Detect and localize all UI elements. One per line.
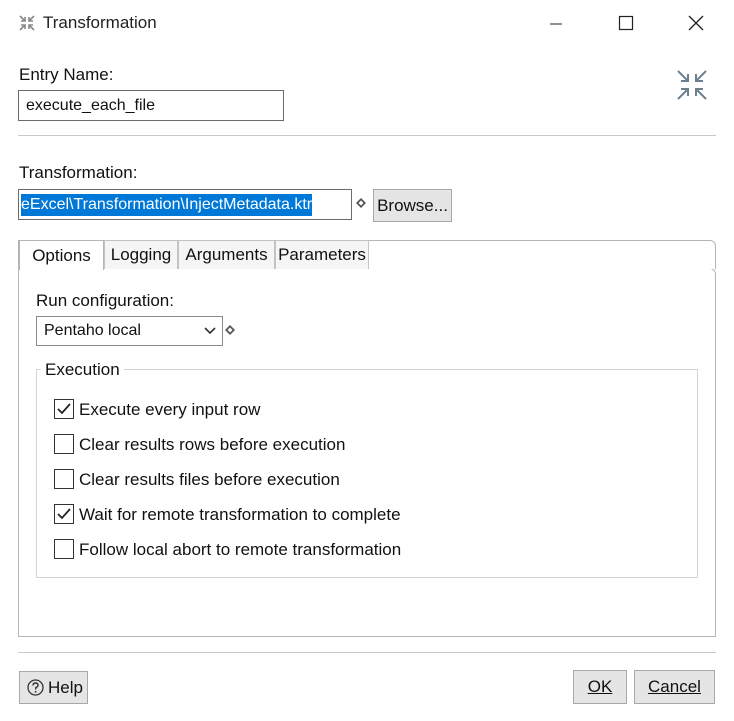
clear-result-files-label: Clear results files before execution bbox=[79, 470, 340, 489]
close-button[interactable] bbox=[673, 0, 719, 46]
selected-path-text: eExcel\Transformation\InjectMetadata.ktr bbox=[21, 193, 313, 216]
run-config-label: Run configuration: bbox=[36, 291, 174, 310]
run-config-value: Pentaho local bbox=[44, 322, 141, 339]
cancel-button[interactable]: Cancel bbox=[634, 670, 715, 704]
run-config-select[interactable]: Pentaho local bbox=[36, 316, 223, 346]
tab-parameters-label: Parameters bbox=[278, 245, 366, 264]
ok-button[interactable]: OK bbox=[573, 670, 627, 704]
execution-group-title: Execution bbox=[41, 360, 124, 380]
separator bbox=[18, 135, 716, 136]
clear-result-files-checkbox[interactable] bbox=[54, 469, 74, 489]
tab-arguments-label: Arguments bbox=[185, 245, 268, 264]
maximize-button[interactable] bbox=[603, 0, 649, 46]
entry-name-label: Entry Name: bbox=[19, 65, 114, 84]
execute-every-row-checkbox[interactable] bbox=[54, 399, 74, 419]
tab-options-label: Options bbox=[32, 245, 91, 265]
tab-logging[interactable]: Logging bbox=[104, 240, 178, 269]
help-button[interactable]: Help bbox=[19, 671, 88, 704]
transformation-label: Transformation: bbox=[19, 163, 138, 182]
wait-remote-label: Wait for remote transformation to comple… bbox=[79, 505, 401, 524]
browse-button[interactable]: Browse... bbox=[373, 189, 452, 222]
follow-abort-checkbox[interactable] bbox=[54, 539, 74, 559]
footer-separator bbox=[18, 652, 716, 653]
variable-diamond-icon bbox=[225, 325, 235, 335]
maximize-icon bbox=[618, 15, 634, 31]
help-icon bbox=[27, 679, 44, 696]
check-icon bbox=[57, 508, 71, 520]
tab-arguments[interactable]: Arguments bbox=[178, 240, 275, 269]
entry-name-input[interactable]: execute_each_file bbox=[18, 90, 284, 121]
execute-every-row-label: Execute every input row bbox=[79, 400, 261, 419]
minimize-icon bbox=[550, 23, 562, 25]
follow-abort-label: Follow local abort to remote transformat… bbox=[79, 540, 402, 559]
check-icon bbox=[57, 403, 71, 415]
window-title: Transformation bbox=[43, 13, 157, 32]
transformation-path-input[interactable]: eExcel\Transformation\InjectMetadata.ktr bbox=[18, 189, 352, 220]
help-label: Help bbox=[48, 677, 83, 697]
wait-remote-checkbox[interactable] bbox=[54, 504, 74, 524]
chevron-down-icon bbox=[204, 327, 216, 335]
transformation-large-icon bbox=[677, 70, 707, 100]
close-icon bbox=[688, 15, 704, 31]
tab-options[interactable]: Options bbox=[19, 240, 104, 270]
tab-logging-label: Logging bbox=[110, 245, 172, 264]
tab-parameters[interactable]: Parameters bbox=[275, 240, 369, 269]
minimize-button[interactable] bbox=[533, 0, 579, 46]
clear-result-rows-label: Clear results rows before execution bbox=[79, 435, 346, 454]
transformation-icon bbox=[19, 15, 35, 31]
clear-result-rows-checkbox[interactable] bbox=[54, 434, 74, 454]
variable-diamond-icon bbox=[356, 198, 366, 208]
